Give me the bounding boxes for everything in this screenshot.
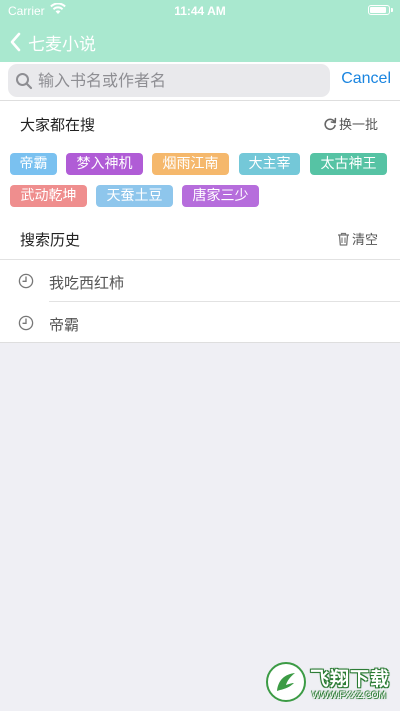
top-bar: Carrier 11:44 AM 七麦小说 — [0, 0, 400, 62]
search-box[interactable] — [8, 64, 330, 97]
hot-tag[interactable]: 帝霸 — [10, 153, 57, 175]
clock-icon — [18, 273, 34, 289]
search-input[interactable] — [38, 67, 323, 94]
back-label: 七麦小说 — [28, 34, 96, 55]
hot-tag[interactable]: 天蚕土豆 — [96, 185, 173, 207]
history-item[interactable]: 我吃西红柿 — [0, 261, 400, 301]
refresh-button[interactable]: 换一批 — [323, 114, 378, 133]
status-bar: Carrier 11:44 AM — [0, 0, 400, 22]
refresh-icon — [324, 117, 337, 130]
hot-search-title: 大家都在搜 — [20, 116, 96, 134]
watermark-logo: 飞翔下载 WWW.FXXZ.COM — [266, 662, 396, 706]
refresh-label: 换一批 — [338, 118, 378, 133]
hot-tag[interactable]: 梦入神机 — [66, 153, 143, 175]
history-title: 搜索历史 — [20, 231, 81, 249]
hot-tag[interactable]: 烟雨江南 — [152, 153, 229, 175]
watermark-badge-icon — [266, 662, 306, 702]
battery-icon — [368, 5, 393, 15]
search-icon — [16, 73, 33, 90]
hot-tag[interactable]: 大主宰 — [239, 153, 300, 175]
chevron-left-icon — [10, 32, 21, 52]
history-item[interactable]: 帝霸 — [0, 303, 400, 343]
back-button[interactable]: 七麦小说 — [8, 28, 96, 56]
hot-tag[interactable]: 唐家三少 — [182, 185, 259, 207]
history-item-label: 帝霸 — [49, 316, 80, 334]
watermark-url: WWW.FXXZ.COM — [312, 690, 386, 700]
hot-tag[interactable]: 太古神王 — [310, 153, 387, 175]
trash-icon — [337, 232, 349, 246]
divider — [0, 259, 400, 260]
status-time: 11:44 AM — [174, 4, 226, 18]
watermark-text: 飞翔下载 — [310, 668, 391, 690]
hot-tag[interactable]: 武动乾坤 — [10, 185, 87, 207]
divider — [49, 301, 400, 302]
clock-icon — [18, 315, 34, 331]
search-row: Cancel — [0, 62, 400, 100]
clear-history-button[interactable]: 清空 — [337, 229, 378, 248]
history-item-label: 我吃西红柿 — [49, 274, 125, 292]
search-panel: 大家都在搜 换一批 帝霸 梦入神机 烟雨江南 大主宰 太古神王 武动乾坤 天蚕土… — [0, 100, 400, 343]
cancel-button[interactable]: Cancel — [341, 70, 391, 88]
nav-bar: 七麦小说 — [0, 22, 400, 62]
clear-label: 清空 — [351, 233, 378, 248]
